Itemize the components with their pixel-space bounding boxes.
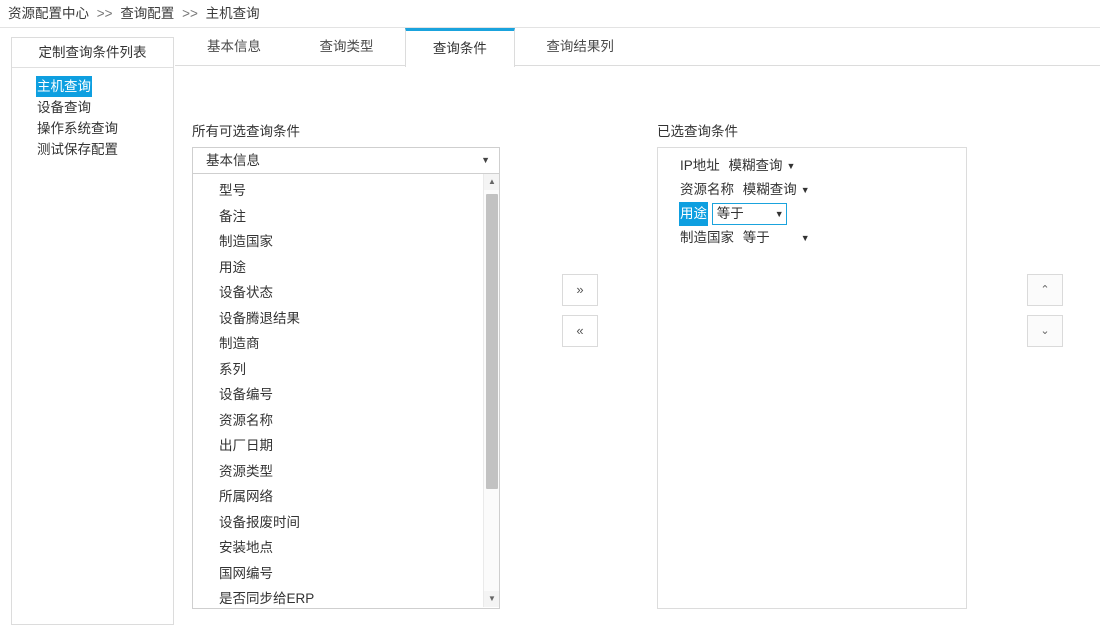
sidebar-item-label: 操作系统查询 [37,121,118,136]
list-item[interactable]: 设备状态 [193,280,483,306]
chevron-down-icon: ▼ [774,209,784,219]
page-body: 定制查询条件列表 主机查询 设备查询 操作系统查询 测试保存配置 基本信息 查询… [0,28,1100,625]
available-conditions-list: 型号 备注 制造国家 用途 设备状态 设备腾退结果 制造商 系列 设备编号 资源… [193,174,483,608]
condition-field-label: IP地址 [680,158,720,173]
condition-operator-value: 等于 [742,230,770,245]
breadcrumb-separator-1: >> [96,6,113,21]
main-panel: 基本信息 查询类型 查询条件 查询结果列 所有可选查询条件 基本信息 ▼ 型号 … [175,28,1100,625]
condition-operator-value: 模糊查询 [728,158,783,173]
list-item[interactable]: 是否同步给ERP [193,586,483,608]
condition-operator-select[interactable]: 模糊查询 ▼ [725,154,796,178]
move-down-button[interactable]: ⌄ [1027,315,1063,347]
condition-operator-select[interactable]: 等于 ▼ [739,226,810,250]
condition-row-resource-name[interactable]: 资源名称 模糊查询 ▼ [658,178,966,202]
sidebar-item-label: 设备查询 [37,100,91,115]
move-up-button[interactable]: ⌃ [1027,274,1063,306]
condition-field-label: 用途 [679,202,708,226]
condition-row-usage[interactable]: 用途 等于 ▼ [658,202,966,226]
list-item[interactable]: 设备编号 [193,382,483,408]
scroll-down-icon[interactable]: ▼ [484,591,499,607]
chevron-down-icon: ▼ [786,161,796,171]
list-item[interactable]: 出厂日期 [193,433,483,459]
chevron-down-icon: ▼ [800,233,810,243]
available-list-scrollbar[interactable]: ▲ ▼ [483,174,499,607]
scrollbar-thumb[interactable] [486,194,498,489]
condition-operator-select[interactable]: 等于 ▼ [711,203,787,225]
tab-result-columns[interactable]: 查询结果列 [519,28,641,66]
tab-query-conditions[interactable]: 查询条件 [404,28,515,67]
condition-field-label: 制造国家 [680,230,734,245]
scrollbar-track[interactable] [484,190,499,591]
sidebar-item-os-query[interactable]: 操作系统查询 [12,118,173,139]
available-conditions-listbox[interactable]: 型号 备注 制造国家 用途 设备状态 设备腾退结果 制造商 系列 设备编号 资源… [192,174,500,609]
list-item[interactable]: 资源类型 [193,459,483,485]
sidebar-header: 定制查询条件列表 [12,38,173,68]
list-item[interactable]: 安装地点 [193,535,483,561]
breadcrumb-separator-2: >> [182,6,198,21]
scroll-up-icon[interactable]: ▲ [484,174,499,190]
list-item[interactable]: 制造商 [193,331,483,357]
condition-row-ip-address[interactable]: IP地址 模糊查询 ▼ [658,154,966,178]
condition-operator-value: 模糊查询 [742,182,797,197]
available-conditions-label: 所有可选查询条件 [192,124,300,139]
sidebar-item-host-query[interactable]: 主机查询 [12,76,173,97]
sidebar-list: 主机查询 设备查询 操作系统查询 测试保存配置 [12,68,173,160]
list-item[interactable]: 设备腾退结果 [193,306,483,332]
move-left-button[interactable]: « [562,315,598,347]
tab-basic-info[interactable]: 基本信息 [180,28,288,66]
breadcrumb: 资源配置中心 >> 查询配置 >> 主机查询 [0,0,1100,28]
sidebar-item-label: 测试保存配置 [37,142,118,157]
list-item[interactable]: 备注 [193,204,483,230]
list-item[interactable]: 用途 [193,255,483,281]
condition-operator-select[interactable]: 模糊查询 ▼ [739,178,810,202]
list-item[interactable]: 型号 [193,178,483,204]
sidebar-item-test-save-config[interactable]: 测试保存配置 [12,139,173,160]
tab-bar: 基本信息 查询类型 查询条件 查询结果列 [175,28,1100,67]
list-item[interactable]: 制造国家 [193,229,483,255]
list-item[interactable]: 所属网络 [193,484,483,510]
condition-operator-value: 等于 [716,206,744,221]
breadcrumb-item-3[interactable]: 主机查询 [206,6,260,21]
category-select[interactable]: 基本信息 ▼ [192,147,500,174]
tab-query-type[interactable]: 查询类型 [292,28,400,66]
breadcrumb-item-2[interactable]: 查询配置 [120,6,174,21]
list-item[interactable]: 资源名称 [193,408,483,434]
selected-conditions-listbox[interactable]: IP地址 模糊查询 ▼ 资源名称 模糊查询 ▼ 用途 等于 ▼ 制造国家 等于 … [657,147,967,609]
sidebar-item-label: 主机查询 [36,76,92,97]
list-item[interactable]: 设备报废时间 [193,510,483,536]
sidebar-panel: 定制查询条件列表 主机查询 设备查询 操作系统查询 测试保存配置 [11,37,174,625]
chevron-down-icon: ▼ [481,155,490,165]
tab-content-query-conditions: 所有可选查询条件 基本信息 ▼ 型号 备注 制造国家 用途 设备状态 设备腾退结… [175,66,1100,625]
chevron-down-icon: ▼ [800,185,810,195]
sidebar-item-device-query[interactable]: 设备查询 [12,97,173,118]
move-right-button[interactable]: » [562,274,598,306]
condition-row-manufacture-country[interactable]: 制造国家 等于 ▼ [658,226,966,250]
selected-conditions-label: 已选查询条件 [657,124,738,139]
list-item[interactable]: 国网编号 [193,561,483,587]
condition-field-label: 资源名称 [680,182,734,197]
category-select-value: 基本信息 [206,153,260,168]
list-item[interactable]: 系列 [193,357,483,383]
breadcrumb-item-1[interactable]: 资源配置中心 [8,6,89,21]
